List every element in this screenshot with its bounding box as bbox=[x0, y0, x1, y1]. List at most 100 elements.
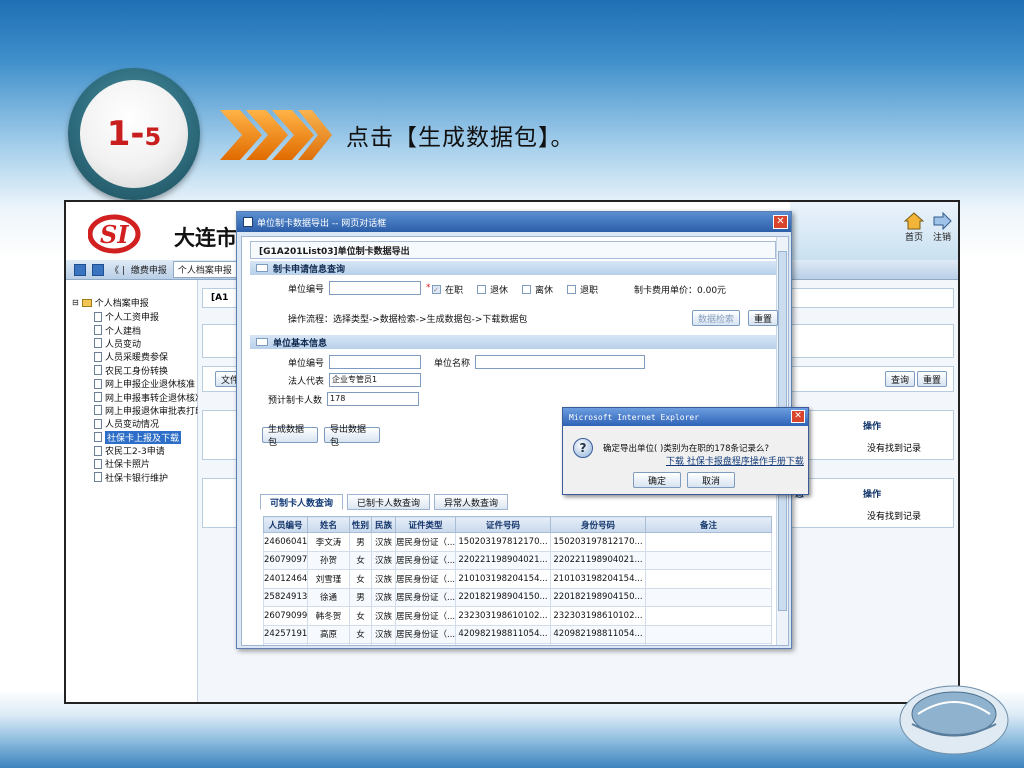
column-header[interactable]: 人员编号 bbox=[263, 516, 308, 533]
table-cell: 居民身份证（... bbox=[395, 643, 456, 645]
column-header[interactable]: 民族 bbox=[371, 516, 396, 533]
sidebar-item[interactable]: 人员变动 bbox=[94, 337, 204, 350]
home-link[interactable]: 首页 bbox=[904, 212, 924, 243]
app-screenshot: SI 大连市 首页 注销 《 | 缴费申报 个人档案申报 ⊟ 个人档案申报 个人… bbox=[64, 200, 960, 704]
table-cell: 210103198204154... bbox=[550, 569, 646, 589]
tab-carded[interactable]: 已制卡人数查询 bbox=[347, 494, 431, 510]
sidebar-item[interactable]: 社保卡银行维护 bbox=[94, 471, 204, 484]
tab-collapse[interactable]: 《 | bbox=[110, 263, 125, 276]
type-checkbox[interactable]: 退休 bbox=[477, 283, 508, 296]
dialog-reset-button[interactable]: 重置 bbox=[748, 310, 779, 326]
table-cell: 汉族 bbox=[371, 587, 396, 607]
checkbox-icon[interactable] bbox=[522, 285, 532, 294]
sidebar-item[interactable]: 人员采暖费参保 bbox=[94, 350, 204, 363]
table-row[interactable]: 24257191 高原女汉族 居民身份证（... 420982198811054...… bbox=[263, 624, 772, 644]
reset-main-button[interactable]: 重置 bbox=[916, 371, 947, 387]
sidebar-item[interactable]: 农民工身份转换 bbox=[94, 364, 204, 377]
table-cell: 220182198904150... bbox=[455, 587, 551, 607]
document-icon bbox=[94, 378, 102, 389]
dialog-title: 单位制卡数据导出 -- 网页对话框 bbox=[257, 218, 387, 229]
sidebar-item-label: 个人建档 bbox=[105, 326, 142, 337]
column-header[interactable]: 备注 bbox=[645, 516, 772, 533]
column-header[interactable]: 性别 bbox=[349, 516, 372, 533]
tab-cardable[interactable]: 可制卡人数查询 bbox=[260, 494, 344, 510]
checkbox-icon[interactable] bbox=[567, 285, 577, 294]
fee-text: 制卡费用单价：0.00元 bbox=[634, 286, 727, 296]
unit-no-input[interactable] bbox=[329, 281, 422, 295]
download-links[interactable]: 下载 社保卡报盘程序操作手册下载 bbox=[666, 454, 804, 467]
sidebar-item[interactable]: 个人工资申报 bbox=[94, 310, 204, 323]
table-cell: 汉族 bbox=[371, 643, 396, 645]
checkbox-icon[interactable] bbox=[477, 285, 487, 294]
sidebar-item[interactable]: 个人建档 bbox=[94, 323, 204, 337]
sidebar-item[interactable]: 农民工2-3申请 bbox=[94, 444, 204, 457]
retrieve-button[interactable]: 数据检索 bbox=[692, 310, 740, 326]
ie-close-button[interactable]: ✕ bbox=[791, 410, 805, 423]
table-cell: 李文涛 bbox=[307, 532, 350, 552]
sidebar-item[interactable]: 网上申报事转企退休核准 bbox=[94, 390, 205, 404]
collapse-icon[interactable] bbox=[256, 264, 268, 272]
tab-payment[interactable]: 缴费申报 bbox=[131, 263, 167, 276]
nav-back-icon[interactable] bbox=[74, 263, 86, 276]
table-cell: 220221198904021... bbox=[455, 550, 551, 570]
expand-icon[interactable]: ⊟ bbox=[72, 298, 79, 307]
column-header[interactable]: 证件号码 bbox=[455, 516, 551, 533]
document-icon bbox=[94, 418, 102, 429]
sidebar-item-label: 社保卡照片 bbox=[105, 460, 151, 471]
table-cell: 25824913 bbox=[263, 587, 308, 607]
table-cell: 26079097 bbox=[263, 550, 308, 570]
dialog-close-button[interactable]: ✕ bbox=[773, 215, 788, 229]
legal-rep-value: 企业专管员1 bbox=[329, 373, 422, 387]
table-row[interactable]: 25824913 徐通男汉族 居民身份证（... 220182198904150...… bbox=[263, 587, 772, 607]
table-row[interactable]: 26079099 韩冬贺女汉族 居民身份证（... 232303198610102..… bbox=[263, 606, 772, 626]
tree-root[interactable]: ⊟ 个人档案申报 bbox=[72, 296, 149, 309]
table-cell: 210103198204154... bbox=[455, 569, 551, 589]
table-cell: 崔思雨 bbox=[307, 643, 350, 645]
unit-name-value bbox=[475, 355, 646, 369]
nav-forward-icon[interactable] bbox=[92, 263, 104, 276]
type-checkbox[interactable]: 退职 bbox=[567, 283, 598, 296]
sidebar-item[interactable]: 人员变动情况 bbox=[94, 417, 204, 430]
tab-abnormal[interactable]: 异常人数查询 bbox=[434, 494, 509, 510]
table-row[interactable]: 26079097 孙贺女汉族 居民身份证（... 220221198904021...… bbox=[263, 550, 772, 570]
query-button[interactable]: 查询 bbox=[884, 371, 915, 387]
export-package-button[interactable]: 导出数据包 bbox=[324, 425, 380, 448]
sidebar-item[interactable]: 网上申报退休审批表打印 bbox=[94, 404, 204, 417]
checkbox-label: 退职 bbox=[580, 286, 599, 296]
table-cell bbox=[645, 587, 772, 607]
logout-link[interactable]: 注销 bbox=[932, 212, 952, 243]
document-icon bbox=[94, 472, 102, 483]
empty-text-2: 没有找到记录 bbox=[867, 512, 922, 522]
sidebar-item[interactable]: 网上申报企业退休核准 bbox=[94, 377, 204, 390]
step-badge: 1-5 bbox=[68, 68, 200, 200]
column-header[interactable]: 身份号码 bbox=[550, 516, 646, 533]
table-row[interactable]: 25575105崔思雨女汉族居民身份证（...211103199005030..… bbox=[263, 643, 772, 645]
sidebar-item-label: 网上申报事转企退休核准 bbox=[105, 393, 205, 404]
checkbox-label: 在职 bbox=[445, 286, 464, 296]
tab-personal-archive[interactable]: 个人档案申报 bbox=[172, 261, 237, 278]
legal-rep-label: 法人代表 bbox=[288, 376, 325, 387]
sidebar-item[interactable]: 社保卡照片 bbox=[94, 457, 204, 470]
table-row[interactable]: 24606041 李文涛男汉族 居民身份证（... 150203197812170..… bbox=[263, 532, 772, 552]
section-unit-title: 单位基本信息 bbox=[273, 338, 328, 349]
step-number: 1-5 bbox=[106, 114, 162, 154]
table-cell: 高原 bbox=[307, 624, 350, 644]
ie-ok-button[interactable]: 确定 bbox=[633, 472, 681, 488]
column-header[interactable]: 姓名 bbox=[307, 516, 350, 533]
legal-rep-row: 法人代表 企业专管员1 bbox=[288, 373, 422, 387]
table-cell bbox=[645, 643, 772, 645]
ie-confirm-dialog: Microsoft Internet Explorer ✕ ? 确定导出单位( … bbox=[562, 407, 809, 495]
unit-no-row: 单位编号 * bbox=[288, 281, 431, 295]
type-checkbox[interactable]: 离休 bbox=[522, 283, 553, 296]
sidebar-item[interactable]: 社保卡上报及下载 bbox=[94, 430, 204, 444]
table-cell: 汉族 bbox=[371, 624, 396, 644]
app-city-title: 大连市 bbox=[174, 226, 237, 250]
table-cell: 徐通 bbox=[307, 587, 350, 607]
generate-package-button[interactable]: 生成数据包 bbox=[262, 425, 318, 448]
column-header[interactable]: 证件类型 bbox=[395, 516, 456, 533]
ie-cancel-button[interactable]: 取消 bbox=[687, 472, 735, 488]
checkbox-icon[interactable]: ✓ bbox=[432, 285, 441, 294]
collapse-icon-2[interactable] bbox=[256, 338, 268, 346]
table-row[interactable]: 24012464 刘雪瑾女汉族 居民身份证（... 210103198204154..… bbox=[263, 569, 772, 589]
type-checkbox[interactable]: ✓ 在职 bbox=[432, 283, 463, 296]
